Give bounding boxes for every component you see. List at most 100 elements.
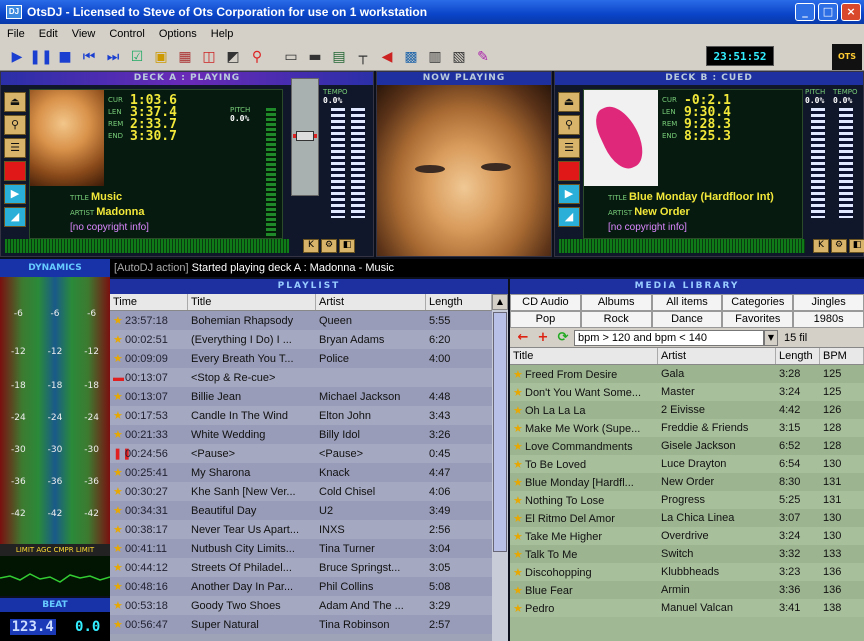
maximize-button[interactable]: □ [818, 3, 838, 21]
library-row[interactable]: ★ Blue Fear Armin 3:36 136 [510, 581, 864, 599]
playlist-row[interactable]: ★ 00:53:18 Goody Two Shoes Adam And The ...… [110, 596, 492, 615]
menu-options[interactable]: Options [152, 28, 204, 40]
cue-button[interactable]: ◢ [558, 207, 580, 227]
menu-file[interactable]: File [0, 28, 32, 40]
pitch-fader[interactable] [291, 78, 319, 196]
stop-button[interactable]: ■ [4, 161, 26, 181]
eject-icon[interactable]: ⏏ [558, 92, 580, 112]
keyboard-icon[interactable]: ▭ [280, 46, 302, 68]
library-row[interactable]: ★ Take Me Higher Overdrive 3:24 130 [510, 527, 864, 545]
library-row[interactable]: ★ Freed From Desire Gala 3:28 125 [510, 365, 864, 383]
stop-icon[interactable]: ■ [54, 46, 76, 68]
playlist-row[interactable]: ★ 00:48:16 Another Day In Par... Phil Colli… [110, 577, 492, 596]
play-button[interactable]: ▶ [558, 184, 580, 204]
search-icon[interactable]: ⚲ [4, 115, 26, 135]
schedule-icon[interactable]: ▦ [174, 46, 196, 68]
col-length[interactable]: Length [426, 294, 492, 310]
playlist-row[interactable]: ▬00:13:07 <Stop & Re-cue> [110, 368, 492, 387]
notes-icon[interactable]: ▧ [448, 46, 470, 68]
title-bar[interactable]: DJ OtsDJ - Licensed to Steve of Ots Corp… [0, 0, 864, 24]
playlist-row[interactable]: ★ 00:25:41 My Sharona Knack 4:47 [110, 463, 492, 482]
tab-1980s[interactable]: 1980s [793, 311, 864, 328]
search-icon[interactable]: ⚲ [558, 115, 580, 135]
play-icon[interactable]: ▶ [6, 46, 28, 68]
col-title[interactable]: Title [188, 294, 316, 310]
tab-categories[interactable]: Categories [722, 294, 794, 311]
playlist-row[interactable]: ★ 00:17:53 Candle In The Wind Elton John 3:4… [110, 406, 492, 425]
cue-button[interactable]: ◢ [4, 207, 26, 227]
playlist-row[interactable]: ❚❚00:24:56 <Pause> <Pause> 0:45 [110, 444, 492, 463]
refresh-icon[interactable]: ⟳ [554, 330, 572, 346]
list-icon[interactable]: ☰ [558, 138, 580, 158]
search-icon[interactable]: ⚲ [246, 46, 268, 68]
playlist-row[interactable]: ★ 00:56:47 Super Natural Tina Robinson 2:57 [110, 615, 492, 634]
tab-all-items[interactable]: All items [651, 294, 723, 311]
add-icon[interactable]: + [534, 330, 552, 346]
speaker-icon[interactable]: ◀ [376, 46, 398, 68]
playlist-scrollbar[interactable]: ▲ [492, 294, 508, 641]
playlist-row[interactable]: ★ 00:09:09 Every Breath You T... Police 4:00 [110, 349, 492, 368]
library-row[interactable]: ★ Love Commandments Gisele Jackson 6:52 128 [510, 437, 864, 455]
back-arrow-icon[interactable]: ← [514, 330, 532, 346]
pause-icon[interactable]: ❚❚ [29, 46, 52, 68]
col-bpm[interactable]: BPM [820, 348, 864, 364]
col-time[interactable]: Time [110, 294, 188, 310]
menu-view[interactable]: View [65, 28, 103, 40]
library-row[interactable]: ★ Blue Monday [Hardfl... New Order 8:30 131 [510, 473, 864, 491]
play-button[interactable]: ▶ [4, 184, 26, 204]
checklist-icon[interactable]: ☑ [126, 46, 148, 68]
filter-dropdown-icon[interactable]: ▼ [764, 329, 778, 346]
clipboard-icon[interactable]: ▥ [424, 46, 446, 68]
playlist-row[interactable]: ★ 00:30:27 Khe Sanh [New Ver... Cold Chisel… [110, 482, 492, 501]
library-row[interactable]: ★ Pedro Manuel Valcan 3:41 138 [510, 599, 864, 617]
previous-icon[interactable]: ⏮ [78, 46, 100, 68]
grid-icon[interactable]: ▩ [400, 46, 422, 68]
waveform[interactable] [559, 239, 805, 253]
library-row[interactable]: ★ To Be Loved Luce Drayton 6:54 130 [510, 455, 864, 473]
playlist-row[interactable]: ★ 00:21:33 White Wedding Billy Idol 3:26 [110, 425, 492, 444]
menu-help[interactable]: Help [204, 28, 241, 40]
stop-button[interactable]: ■ [558, 161, 580, 181]
keyboard-alt-icon[interactable]: ▬ [304, 46, 326, 68]
playlist-row[interactable]: ★ 00:41:11 Nutbush City Limits... Tina Turn… [110, 539, 492, 558]
playlist-row[interactable]: ★ 00:38:17 Never Tear Us Apart... INXS 2:56 [110, 520, 492, 539]
tab-pop[interactable]: Pop [510, 311, 581, 328]
library-row[interactable]: ★ Talk To Me Switch 3:32 133 [510, 545, 864, 563]
tab-dance[interactable]: Dance [651, 311, 723, 328]
scroll-thumb[interactable] [493, 312, 507, 552]
settings-icon[interactable]: ⚙ [831, 239, 847, 253]
filter-input[interactable]: bpm > 120 and bpm < 140 [574, 329, 764, 346]
library-row[interactable]: ★ Don't You Want Some... Master 3:24 125 [510, 383, 864, 401]
list-icon[interactable]: ☰ [4, 138, 26, 158]
record-icon[interactable]: ▤ [328, 46, 350, 68]
cable-icon[interactable]: ┬ [352, 46, 374, 68]
eject-icon[interactable]: ⏏ [4, 92, 26, 112]
library-row[interactable]: ★ Nothing To Lose Progress 5:25 131 [510, 491, 864, 509]
tab-jingles[interactable]: Jingles [793, 294, 864, 311]
cart-icon[interactable]: ◫ [198, 46, 220, 68]
menu-edit[interactable]: Edit [32, 28, 65, 40]
col-length[interactable]: Length [776, 348, 820, 364]
library-row[interactable]: ★ El Ritmo Del Amor La Chica Linea 3:07 130 [510, 509, 864, 527]
playlist-row[interactable]: ★ 00:13:07 Billie Jean Michael Jackson 4:48 [110, 387, 492, 406]
library-row[interactable]: ★ Make Me Work (Supe... Freddie & Friends 3… [510, 419, 864, 437]
close-button[interactable]: × [841, 3, 861, 21]
col-artist[interactable]: Artist [316, 294, 426, 310]
playlist-row[interactable]: ★ 00:44:12 Streets Of Philadel... Bruce Spr… [110, 558, 492, 577]
playlist-row[interactable]: ★ 00:02:51 (Everything I Do) I ... Bryan Ad… [110, 330, 492, 349]
pencil-icon[interactable]: ✎ [472, 46, 494, 68]
library-row[interactable]: ★ Discohopping Klubbheads 3:23 136 [510, 563, 864, 581]
cue-icon[interactable]: K [813, 239, 829, 253]
loop-icon[interactable]: ◧ [849, 239, 864, 253]
loop-icon[interactable]: ◧ [339, 239, 355, 253]
playlist-row[interactable]: ★ 23:57:18 Bohemian Rhapsody Queen 5:55 [110, 311, 492, 330]
dynamics-panel[interactable]: -6 -6 -6 -12 -12 -12 -18 -18 -18 -24 -24 -24 -30… [0, 277, 110, 544]
tab-cd-audio[interactable]: CD Audio [510, 294, 581, 311]
tab-albums[interactable]: Albums [580, 294, 652, 311]
graph-icon[interactable]: ◩ [222, 46, 244, 68]
playlist-row[interactable]: ★ 00:34:31 Beautiful Day U2 3:49 [110, 501, 492, 520]
menu-control[interactable]: Control [102, 28, 151, 40]
tab-favorites[interactable]: Favorites [722, 311, 794, 328]
library-row[interactable]: ★ Oh La La La 2 Eivisse 4:42 126 [510, 401, 864, 419]
next-icon[interactable]: ⏭ [102, 46, 124, 68]
